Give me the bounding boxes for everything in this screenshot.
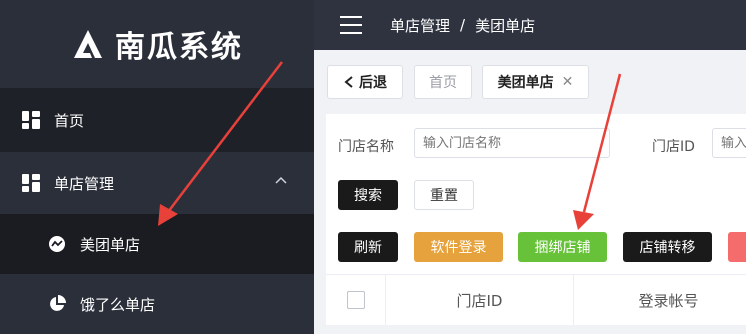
app-title: 南瓜系统: [115, 30, 243, 65]
sidebar-item-label: 首页: [54, 111, 85, 130]
app-logo: 南瓜系统: [0, 0, 314, 88]
tabs-row: 后退 首页 美团单店 ✕: [314, 50, 746, 114]
breadcrumb-separator: /: [460, 16, 466, 34]
sidebar-item-eleme[interactable]: 饿了么单店: [0, 274, 314, 334]
top-bar: 单店管理 / 美团单店: [314, 0, 746, 50]
select-all-cell: [326, 275, 386, 325]
sidebar-item-store-management[interactable]: 单店管理: [0, 152, 314, 214]
chevron-left-icon: [344, 76, 353, 88]
tab-label: 首页: [429, 75, 457, 91]
column-header[interactable]: 登录帐号: [574, 275, 746, 325]
breadcrumb-current: 美团单店: [475, 16, 536, 35]
store-name-label: 门店名称: [338, 139, 394, 155]
chevron-up-icon[interactable]: [274, 174, 288, 192]
store-id-input[interactable]: [712, 128, 746, 158]
pie-icon: [48, 295, 66, 313]
sidebar-item-label: 美团单店: [80, 235, 141, 254]
sidebar-item-label: 饿了么单店: [80, 295, 156, 314]
sidebar: 南瓜系统 首页 单店管理 美团单店 饿了么单店: [0, 0, 314, 334]
sidebar-item-label: 单店管理: [54, 174, 115, 193]
refresh-button[interactable]: 刷新: [338, 232, 398, 262]
software-login-button[interactable]: 软件登录: [414, 232, 503, 262]
bind-store-button[interactable]: 捆绑店铺: [518, 232, 607, 262]
transfer-store-button[interactable]: 店铺转移: [623, 232, 712, 262]
meituan-icon: [48, 235, 66, 253]
grid-icon: [22, 174, 40, 192]
logo-icon: [74, 30, 102, 58]
grid-icon: [22, 111, 40, 129]
breadcrumb-parent[interactable]: 单店管理: [390, 15, 450, 36]
select-all-checkbox[interactable]: [346, 291, 365, 309]
back-button[interactable]: 后退: [327, 65, 403, 99]
back-label: 后退: [359, 75, 387, 91]
reset-button[interactable]: 重置: [414, 180, 474, 210]
more-action-button[interactable]: [728, 232, 746, 262]
tab-home[interactable]: 首页: [414, 65, 472, 99]
close-icon[interactable]: ✕: [562, 74, 574, 90]
tab-meituan[interactable]: 美团单店 ✕: [482, 65, 589, 99]
search-button[interactable]: 搜索: [338, 180, 398, 210]
store-name-input[interactable]: [414, 128, 610, 158]
column-header[interactable]: 门店ID: [386, 275, 574, 325]
sidebar-item-meituan[interactable]: 美团单店: [0, 214, 314, 274]
sidebar-item-home[interactable]: 首页: [0, 88, 314, 152]
store-id-label: 门店ID: [652, 139, 695, 155]
table-header: 门店ID 登录帐号: [326, 274, 746, 325]
main-area: 单店管理 / 美团单店 后退 首页 美团单店 ✕ 门店名称 门店ID 搜索 重置…: [314, 0, 746, 325]
menu-toggle-icon[interactable]: [340, 16, 362, 34]
tab-label: 美团单店: [497, 75, 554, 91]
